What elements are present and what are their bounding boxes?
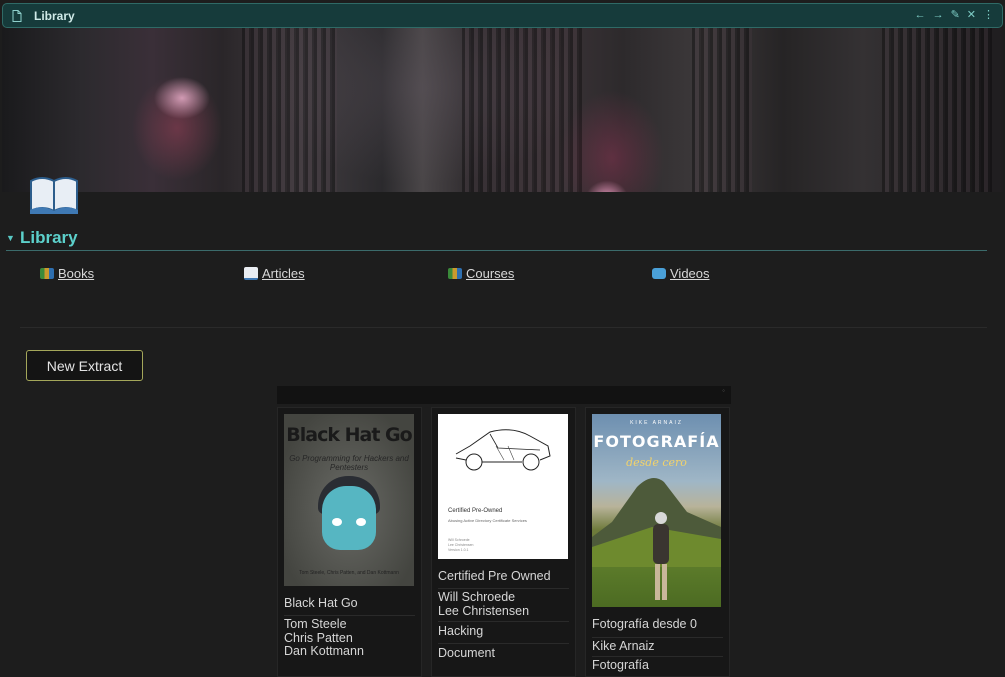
divider (20, 327, 987, 328)
window-titlebar: Library ← → ✎ ✕ ⋮ (2, 3, 1003, 28)
banner-shelf (462, 28, 582, 192)
gopher-mascot (322, 486, 376, 550)
author-name: Dan Kottmann (284, 644, 364, 658)
author-name: Tom Steele (284, 617, 347, 631)
author-name: Chris Patten (284, 630, 353, 645)
gallery-resize-handle-icon[interactable]: ◦ (722, 386, 725, 395)
card-title: Fotografía desde 0 (592, 617, 697, 631)
link-articles[interactable]: Articles (244, 266, 305, 281)
open-book-icon (28, 172, 80, 216)
cover-authors: Will Schroede Lee Christensen Version 1.… (448, 538, 474, 553)
gopher-eye (356, 518, 366, 526)
gallery-card[interactable]: Certified Pre-Owned Abusing Active Direc… (431, 407, 576, 677)
card-title: Black Hat Go (284, 596, 358, 610)
banner-shelf (882, 28, 992, 192)
close-icon[interactable]: ✕ (967, 9, 976, 22)
hiker-illustration (653, 512, 669, 600)
edit-pencil-icon[interactable]: ✎ (951, 9, 960, 22)
card-authors: Tom Steele Chris Patten Dan Kottmann (284, 615, 415, 659)
cover-subtitle: Go Programming for Hackers and Pentester… (289, 454, 409, 472)
link-courses[interactable]: Courses (448, 266, 514, 281)
book-cover: KIKE ARNAIZ FOTOGRAFÍA desde cero (592, 414, 721, 607)
gallery-header: ◦ (277, 386, 731, 404)
more-menu-icon[interactable]: ⋮ (983, 9, 994, 22)
window-title: Library (34, 8, 75, 23)
books-icon (448, 268, 462, 279)
book-cover: Black Hat Go Go Programming for Hackers … (284, 414, 414, 586)
banner-image (2, 28, 1003, 192)
cover-title: Certified Pre-Owned (448, 508, 503, 514)
new-extract-button[interactable]: New Extract (26, 350, 143, 381)
author-name: Will Schroede (438, 590, 516, 604)
card-title: Certified Pre Owned (438, 569, 551, 583)
collapse-caret-icon[interactable]: ▼ (6, 233, 20, 243)
cover-title: FOTOGRAFÍA (593, 432, 720, 451)
card-type: Document (438, 643, 569, 661)
link-books[interactable]: Books (40, 266, 94, 281)
page-title: Library (20, 228, 78, 247)
gallery-card[interactable]: KIKE ARNAIZ FOTOGRAFÍA desde cero Fotogr… (585, 407, 730, 677)
link-videos[interactable]: Videos (652, 266, 710, 281)
card-authors: Kike Arnaiz (592, 637, 723, 654)
author-name: Lee Christensen (438, 603, 530, 618)
window-actions: ← → ✎ ✕ ⋮ (915, 9, 994, 22)
open-book-icon (244, 267, 258, 280)
books-icon (40, 268, 54, 279)
document-icon (12, 9, 23, 22)
back-arrow-icon[interactable]: ← (915, 9, 926, 22)
banner-shelf (242, 28, 337, 192)
cover-subtitle: Abusing Active Directory Certificate Ser… (448, 518, 527, 523)
card-authors: Will Schroede Lee Christensen (438, 588, 569, 618)
forward-arrow-icon[interactable]: → (933, 9, 944, 22)
cover-author: KIKE ARNAIZ (630, 420, 683, 426)
car-illustration (455, 429, 551, 471)
video-icon (652, 268, 666, 279)
gopher-eye (332, 518, 342, 526)
cover-title: Black Hat Go (286, 424, 412, 446)
cover-version: Version 1.0.1 (448, 548, 469, 552)
card-topic: Hacking (438, 621, 569, 639)
book-cover: Certified Pre-Owned Abusing Active Direc… (438, 414, 568, 559)
gallery-card[interactable]: Black Hat Go Go Programming for Hackers … (277, 407, 422, 677)
section-heading: ▼ Library (6, 226, 987, 251)
banner-shelf (692, 28, 752, 192)
card-topic: Fotografía (592, 656, 723, 673)
cover-authors: Tom Steele, Chris Patten, and Dan Kottma… (299, 570, 399, 576)
